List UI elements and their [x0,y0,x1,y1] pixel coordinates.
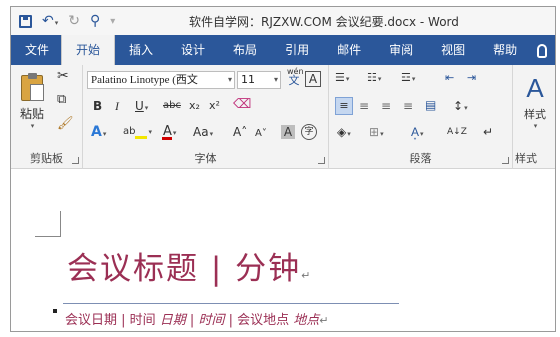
clear-formatting-icon[interactable]: ⌫ [233,98,251,112]
shading-icon[interactable]: ◈▾ [337,125,351,141]
group-clipboard: 粘贴 ▾ ✂ ⧉ 🖌 剪贴板 [11,65,83,169]
tab-view[interactable]: 视图 [427,35,479,65]
paragraph-mark: ↵ [319,314,329,327]
ribbon-tabs: 文件 开始 插入 设计 布局 引用 邮件 审阅 视图 帮助 [11,35,555,65]
title-bar: ↶▾ ↻ ⚲ ▾ 软件自学网：RJZXW.COM 会议纪要.docx - Wor… [11,7,555,35]
sort-button[interactable]: A↓Z [447,125,467,139]
grow-font-button[interactable]: A˄ [233,125,247,139]
enclose-characters-button[interactable]: 字 [301,124,317,140]
redo-icon[interactable]: ↻ [68,13,80,29]
line-spacing-icon[interactable]: ↕▾ [453,99,468,115]
margin-crop-mark [35,211,61,237]
underline-button[interactable]: U▾ [135,99,148,115]
superscript-button[interactable]: x² [209,99,220,113]
subscript-button[interactable]: x₂ [189,99,200,113]
bold-button[interactable]: B [93,99,102,113]
paste-icon [21,72,44,101]
tab-insert[interactable]: 插入 [115,35,167,65]
font-name-select[interactable]: Palatino Linotype (西文 ▾ [87,71,235,89]
distributed-button[interactable]: ▤ [425,98,436,112]
paragraph-mark: ↵ [301,269,311,282]
group-styles: A 样式 ▾ 样式 [513,65,555,169]
group-paragraph: ☰▾ ☷▾ ☲▾ ⇤ ⇥ ≡ ≡ ≡ ≡ ▤ ↕▾ ◈▾ ⊞▾ A͙▾ A↓Z … [329,65,513,169]
multilevel-list-icon[interactable]: ☲▾ [401,71,415,86]
clipboard-launcher-icon[interactable] [72,157,79,164]
paste-label: 粘贴 [19,106,44,121]
justify-button[interactable]: ≡ [403,99,413,113]
word-window: ↶▾ ↻ ⚲ ▾ 软件自学网：RJZXW.COM 会议纪要.docx - Wor… [10,6,556,332]
increase-indent-icon[interactable]: ⇥ [467,71,476,85]
undo-icon[interactable]: ↶▾ [42,13,58,29]
italic-button[interactable]: I [115,99,119,113]
customize-quick-access-icon[interactable]: ▾ [110,16,115,27]
tab-references[interactable]: 引用 [271,35,323,65]
align-left-button[interactable]: ≡ [335,97,353,115]
styles-label: 样式 [524,108,546,121]
align-center-button[interactable]: ≡ [359,99,369,113]
strikethrough-button[interactable]: abc [163,99,181,113]
styles-icon: A [526,73,544,103]
decrease-indent-icon[interactable]: ⇤ [445,71,454,85]
borders-icon[interactable]: ⊞▾ [369,125,384,141]
tab-mailings[interactable]: 邮件 [323,35,375,65]
asian-layout-icon[interactable]: A͙▾ [411,125,424,141]
quick-access-toolbar: ↶▾ ↻ ⚲ ▾ [19,13,115,29]
font-color-icon[interactable]: A▾ [161,125,176,140]
meeting-info-line[interactable]: 会议日期 | 时间 日期 | 时间 | 会议地点 地点↵ [65,309,328,328]
bullets-icon[interactable]: ☰▾ [335,71,349,86]
format-painter-icon[interactable]: 🖌 [57,117,74,131]
touch-mode-icon[interactable]: ⚲ [90,13,100,29]
paragraph-launcher-icon[interactable] [502,157,509,164]
tab-file[interactable]: 文件 [11,35,61,65]
paragraph-bullet [53,309,57,313]
numbering-icon[interactable]: ☷▾ [367,71,381,86]
align-right-button[interactable]: ≡ [381,99,391,113]
paste-dropdown-icon[interactable]: ▾ [31,122,35,130]
character-border-icon[interactable]: A [305,71,321,87]
group-paragraph-label: 段落 [409,152,432,165]
highlight-color-icon[interactable]: ab ▾ [123,125,152,139]
tell-me-icon[interactable] [531,35,553,65]
group-font: Palatino Linotype (西文 ▾ 11 ▾ wén 文 A B I U▾… [83,65,329,169]
text-effects-icon[interactable]: A▾ [91,125,106,141]
change-case-button[interactable]: Aa▾ [193,125,213,141]
show-formatting-icon[interactable]: ↵ [483,125,493,139]
cut-icon[interactable]: ✂ [57,69,69,83]
shrink-font-button[interactable]: A˅ [255,127,267,141]
font-launcher-icon[interactable] [318,157,325,164]
ribbon-home: 粘贴 ▾ ✂ ⧉ 🖌 剪贴板 Palatino Linotype (西文 ▾ 11… [11,65,555,169]
group-styles-label: 样式 [515,152,537,165]
tab-help[interactable]: 帮助 [479,35,531,65]
tab-design[interactable]: 设计 [167,35,219,65]
tab-layout[interactable]: 布局 [219,35,271,65]
document-title[interactable]: 会议标题 | 分钟↵ [67,243,310,288]
tab-home[interactable]: 开始 [61,35,116,65]
font-size-select[interactable]: 11 ▾ [237,71,281,89]
window-title: 软件自学网：RJZXW.COM 会议纪要.docx - Word [189,15,459,29]
character-shading-button[interactable]: A [281,125,295,139]
styles-button[interactable]: A 样式 ▾ [517,71,553,133]
phonetic-guide-icon[interactable]: wén 文 [287,67,304,86]
copy-icon[interactable]: ⧉ [57,93,66,107]
tab-review[interactable]: 审阅 [375,35,427,65]
paste-button[interactable]: 粘贴 ▾ [15,69,49,135]
group-font-label: 字体 [194,152,217,165]
document-page[interactable]: 会议标题 | 分钟↵ 会议日期 | 时间 日期 | 时间 | 会议地点 地点↵ [11,169,555,331]
save-icon[interactable] [19,14,32,28]
title-underline-rule [63,303,399,304]
